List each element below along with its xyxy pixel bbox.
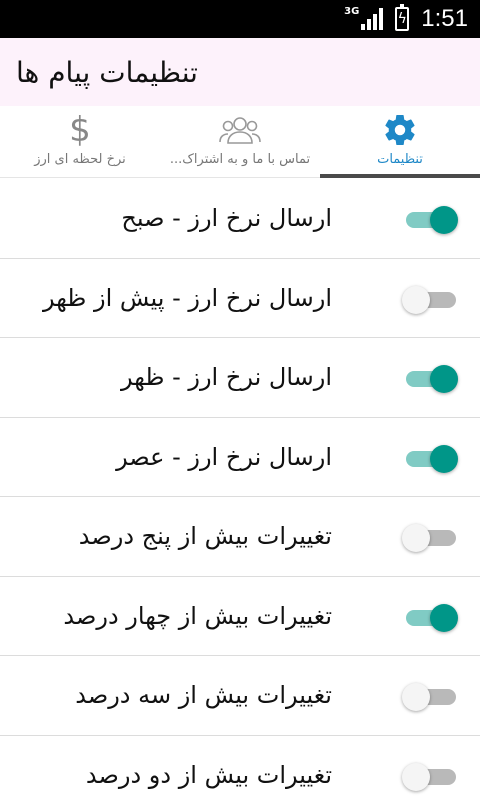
setting-label: ارسال نرخ ارز - عصر [116,442,332,471]
people-icon [218,112,262,148]
toggle-switch[interactable] [402,762,458,791]
signal-icon [361,8,384,30]
status-time: 1:51 [421,5,468,32]
status-bar: 3G ϟ 1:51 [0,0,480,38]
tab-contact-label: ...تماس با ما و به اشتراک [169,152,311,167]
tab-live-rates[interactable]: $ نرخ لحظه ای ارز [0,106,160,178]
setting-row-change-5: تغییرات بیش از پنج درصد [0,497,480,577]
app-header: تنظیمات پیام ها [0,38,480,106]
toggle-switch[interactable] [402,603,458,632]
page-title: تنظیمات پیام ها [16,55,198,89]
setting-row-change-4: تغییرات بیش از چهار درصد [0,577,480,656]
tab-contact-share[interactable]: ...تماس با ما و به اشتراک [160,106,320,178]
tab-bar: تنظیمات ...تماس با ما و به اشتراک $ نرخ … [0,106,480,178]
setting-row-morning: ارسال نرخ ارز - صبح [0,179,480,259]
setting-row-afternoon: ارسال نرخ ارز - عصر [0,418,480,497]
tab-settings-label: تنظیمات [377,152,423,167]
setting-label: تغییرات بیش از پنج درصد [78,522,332,550]
dollar-glyph: $ [69,110,91,150]
toggle-switch[interactable] [402,206,458,234]
setting-label: ارسال نرخ ارز - ظهر [121,363,332,391]
settings-list: ارسال نرخ ارز - صبح ارسال نرخ ارز - پیش … [0,179,480,800]
toggle-switch[interactable] [402,285,458,314]
battery-icon: ϟ [395,4,410,31]
setting-row-noon: ارسال نرخ ارز - ظهر [0,338,480,418]
gear-icon [382,112,418,148]
tab-settings[interactable]: تنظیمات [320,106,480,178]
setting-row-change-2: تغییرات بیش از دو درصد [0,736,480,800]
network-type: 3G [344,5,360,17]
toggle-switch[interactable] [402,365,458,393]
toggle-switch[interactable] [402,524,458,552]
setting-label: تغییرات بیش از سه درصد [75,681,332,709]
setting-label: تغییرات بیش از دو درصد [85,760,332,789]
setting-row-before-noon: ارسال نرخ ارز - پیش از ظهر [0,259,480,338]
setting-row-change-3: تغییرات بیش از سه درصد [0,656,480,736]
setting-label: تغییرات بیش از چهار درصد [63,601,332,630]
setting-label: ارسال نرخ ارز - صبح [121,204,332,232]
toggle-switch[interactable] [402,444,458,473]
dollar-icon: $ [69,112,91,148]
setting-label: ارسال نرخ ارز - پیش از ظهر [43,283,332,312]
tab-rates-label: نرخ لحظه ای ارز [34,152,126,167]
active-tab-indicator [320,174,480,178]
toggle-switch[interactable] [402,683,458,711]
